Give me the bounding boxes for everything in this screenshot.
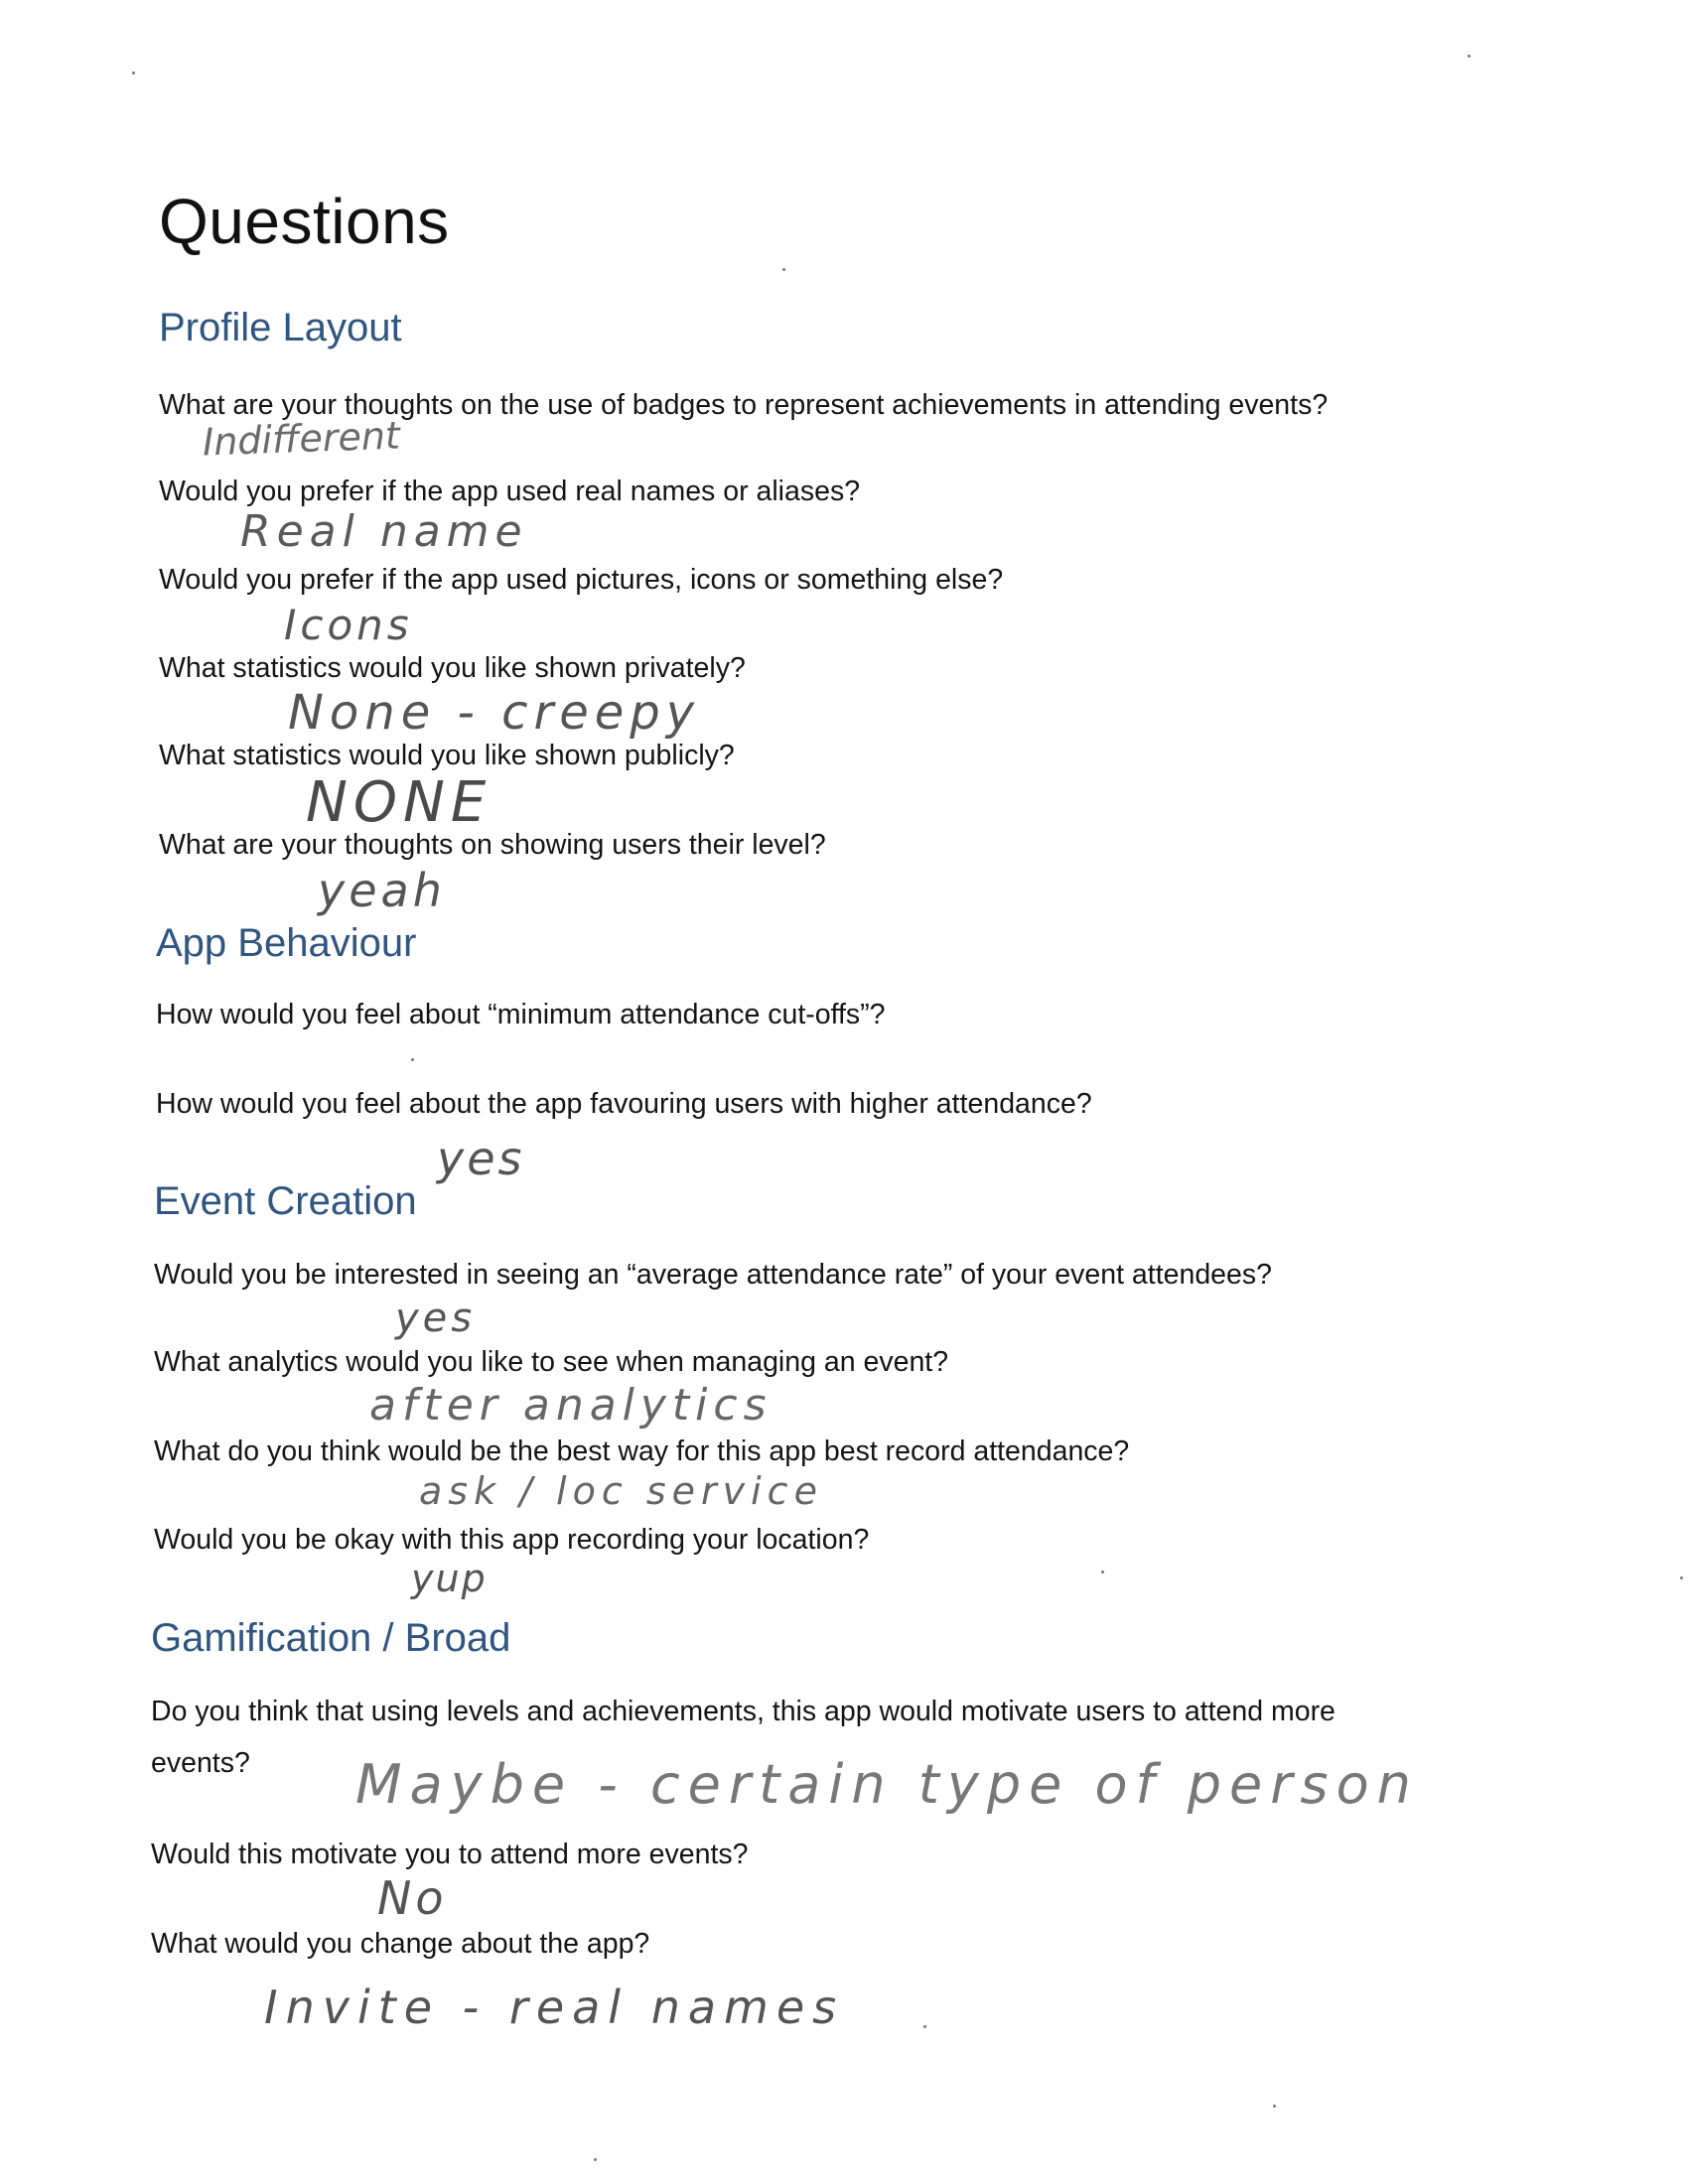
answer-private-stats: None - creepy	[288, 685, 701, 741]
question-pictures-icons: Would you prefer if the app used picture…	[159, 564, 1004, 596]
question-private-stats: What statistics would you like shown pri…	[159, 652, 746, 684]
answer-real-names: Real name	[240, 506, 528, 557]
question-min-attendance: How would you feel about “minimum attend…	[156, 999, 886, 1030]
answer-public-stats: NONE	[306, 770, 492, 835]
question-show-level: What are your thoughts on showing users …	[159, 829, 826, 861]
section-heading-app-behaviour: App Behaviour	[156, 921, 417, 965]
scan-speck	[923, 2025, 926, 2028]
section-heading-gamification: Gamification / Broad	[151, 1616, 511, 1660]
answer-average-rate: yes	[395, 1296, 477, 1341]
answer-badges: Indifferent	[202, 413, 401, 465]
scan-speck	[1468, 55, 1471, 58]
question-change-app: What would you change about the app?	[151, 1928, 650, 1960]
answer-favour-attendance: yes	[437, 1132, 525, 1185]
answer-motivate-you: No	[377, 1871, 448, 1925]
answer-analytics: after analytics	[369, 1380, 773, 1431]
question-record-location: Would you be okay with this app recordin…	[154, 1524, 870, 1556]
question-motivate-users-continued: events?	[151, 1747, 250, 1779]
question-motivate-you: Would this motivate you to attend more e…	[151, 1839, 749, 1870]
question-average-rate: Would you be interested in seeing an “av…	[154, 1259, 1272, 1291]
answer-change-app: Invite - real names	[264, 1980, 845, 2034]
section-heading-profile-layout: Profile Layout	[159, 306, 402, 349]
scan-speck	[782, 268, 785, 271]
scan-speck	[411, 1058, 414, 1061]
question-record-attendance: What do you think would be the best way …	[154, 1435, 1130, 1467]
answer-show-level: yeah	[318, 864, 446, 917]
answer-record-attendance: ask / loc service	[419, 1469, 823, 1513]
answer-motivate-users: Maybe - certain type of person	[355, 1753, 1419, 1816]
section-heading-event-creation: Event Creation	[154, 1179, 417, 1223]
scan-speck	[1680, 1576, 1683, 1579]
question-public-stats: What statistics would you like shown pub…	[159, 740, 735, 771]
page-title: Questions	[159, 186, 450, 257]
question-favour-attendance: How would you feel about the app favouri…	[156, 1088, 1092, 1120]
scan-speck	[132, 71, 135, 74]
question-analytics: What analytics would you like to see whe…	[154, 1346, 949, 1378]
question-real-names: Would you prefer if the app used real na…	[159, 476, 861, 507]
scan-speck	[1273, 2105, 1276, 2108]
answer-record-location: yup	[411, 1557, 488, 1600]
questionnaire-page: Questions Profile Layout What are your t…	[0, 0, 1688, 2184]
scan-speck	[594, 2158, 597, 2161]
question-motivate-users: Do you think that using levels and achie…	[151, 1696, 1336, 1727]
scan-speck	[1101, 1570, 1104, 1573]
answer-pictures-icons: Icons	[284, 601, 413, 649]
